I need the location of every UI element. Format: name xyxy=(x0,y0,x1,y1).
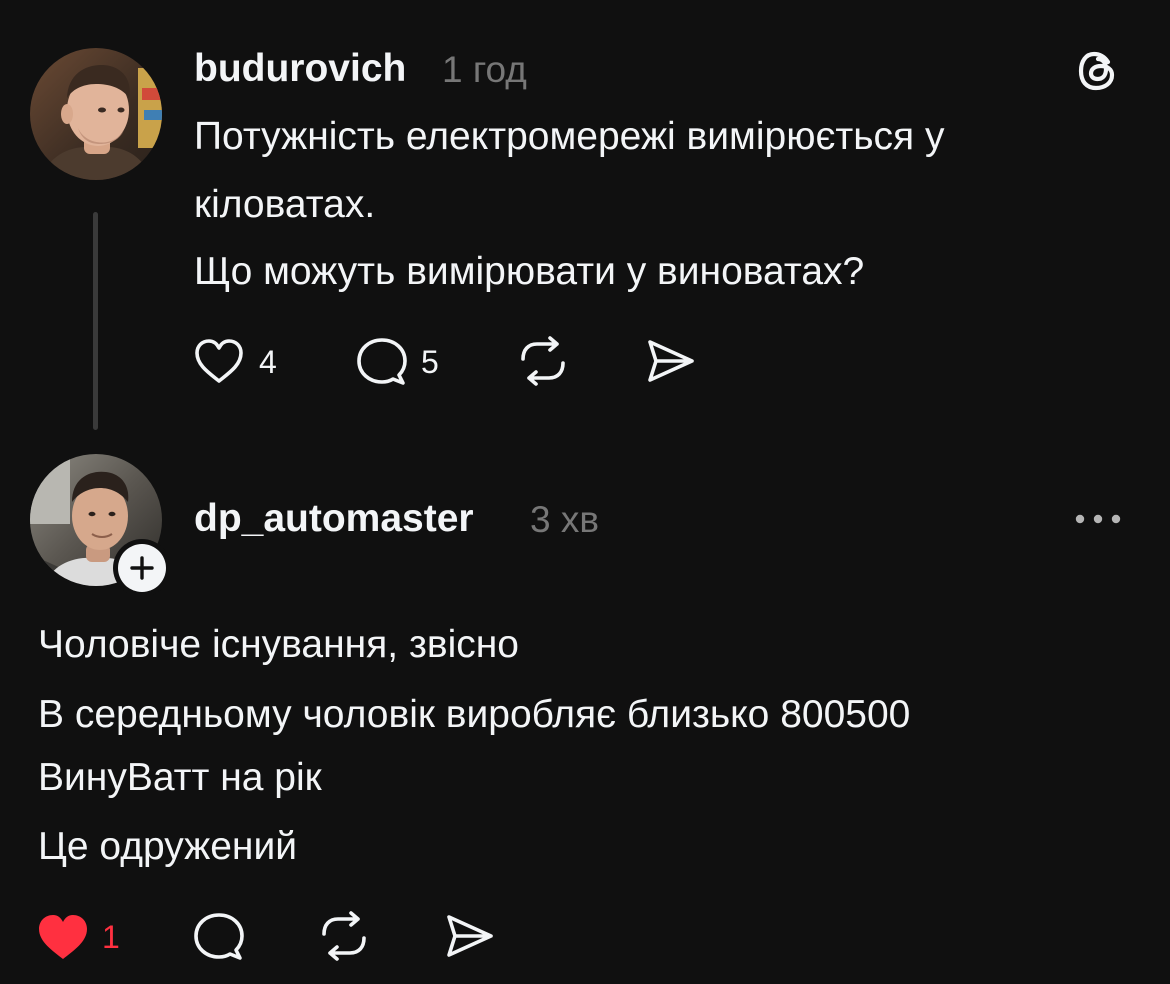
post-text-line: Чоловіче існування, звісно xyxy=(38,623,519,666)
repost-icon[interactable] xyxy=(318,911,370,961)
heart-icon[interactable] xyxy=(35,911,91,963)
threads-logo-icon[interactable] xyxy=(1075,48,1121,94)
repost-icon[interactable] xyxy=(517,336,569,386)
like-count: 4 xyxy=(259,344,277,380)
thread-line xyxy=(93,212,98,430)
avatar-photo xyxy=(30,48,162,180)
reply-count: 5 xyxy=(421,344,439,380)
timestamp: 3 хв xyxy=(530,499,600,540)
post-text-line: ВинуВатт на рік xyxy=(38,756,322,799)
send-icon[interactable] xyxy=(443,911,495,961)
more-horizontal-icon[interactable] xyxy=(1072,508,1124,530)
follow-button-inner xyxy=(118,544,166,592)
comment-bubble-icon[interactable] xyxy=(355,335,409,389)
send-icon[interactable] xyxy=(644,336,696,386)
plus-icon xyxy=(130,556,154,580)
like-count: 1 xyxy=(102,919,120,955)
username[interactable]: dp_automaster xyxy=(194,496,474,542)
post-text-line: кіловатах. xyxy=(194,183,376,226)
post-text-line: Це одружений xyxy=(38,825,298,868)
comment-bubble-icon[interactable] xyxy=(192,910,246,964)
post-text-line: Потужність електромережі вимірюється у xyxy=(194,115,945,158)
follow-button[interactable] xyxy=(113,539,171,597)
post-text-line: В середньому чоловік виробляє близько 80… xyxy=(38,693,911,736)
avatar[interactable] xyxy=(30,48,162,180)
timestamp: 1 год xyxy=(442,49,527,90)
heart-icon[interactable] xyxy=(192,336,246,386)
post-text-line: Що можуть вимірювати у виноватах? xyxy=(194,250,865,293)
username[interactable]: budurovich xyxy=(194,46,406,92)
